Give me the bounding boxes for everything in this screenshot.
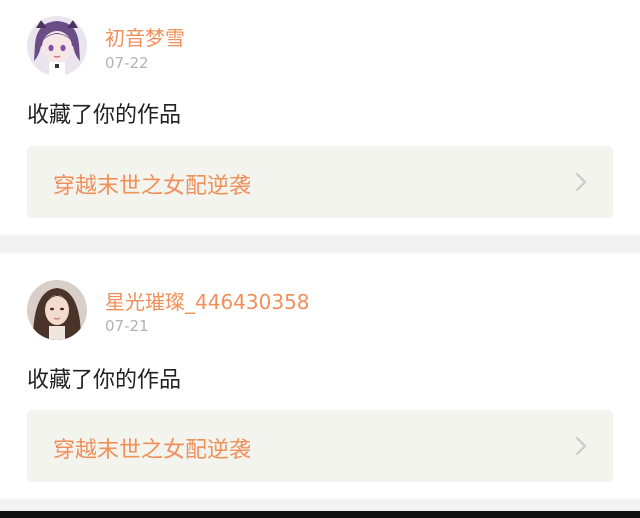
notification-item: 初音梦雪 07-22 收藏了你的作品 穿越末世之女配逆袭 bbox=[0, 0, 640, 235]
user-avatar[interactable] bbox=[27, 16, 87, 76]
work-title: 穿越末世之女配逆袭 bbox=[53, 174, 252, 199]
notification-item: 星光璀璨_446430358 07-21 收藏了你的作品 穿越末世之女配逆袭 bbox=[0, 253, 640, 499]
username-link[interactable]: 星光璀璨_446430358 bbox=[105, 286, 310, 315]
chevron-right-icon bbox=[576, 437, 586, 455]
photo-avatar-icon bbox=[27, 280, 87, 340]
notification-list: 初音梦雪 07-22 收藏了你的作品 穿越末世之女配逆袭 星光璀璨_446430… bbox=[0, 0, 640, 518]
bottom-edge-bar bbox=[0, 511, 640, 518]
user-avatar[interactable] bbox=[27, 280, 87, 340]
work-link-card[interactable]: 穿越末世之女配逆袭 bbox=[27, 146, 613, 218]
notification-date: 07-22 bbox=[105, 54, 149, 72]
notification-action-text: 收藏了你的作品 bbox=[27, 368, 182, 393]
work-title: 穿越末世之女配逆袭 bbox=[53, 438, 252, 463]
chevron-right-icon bbox=[576, 173, 586, 191]
work-link-card[interactable]: 穿越末世之女配逆袭 bbox=[27, 410, 613, 482]
notification-date: 07-21 bbox=[105, 317, 149, 335]
username-link[interactable]: 初音梦雪 bbox=[105, 22, 185, 51]
notification-action-text: 收藏了你的作品 bbox=[27, 103, 182, 128]
anime-avatar-icon bbox=[27, 16, 87, 76]
